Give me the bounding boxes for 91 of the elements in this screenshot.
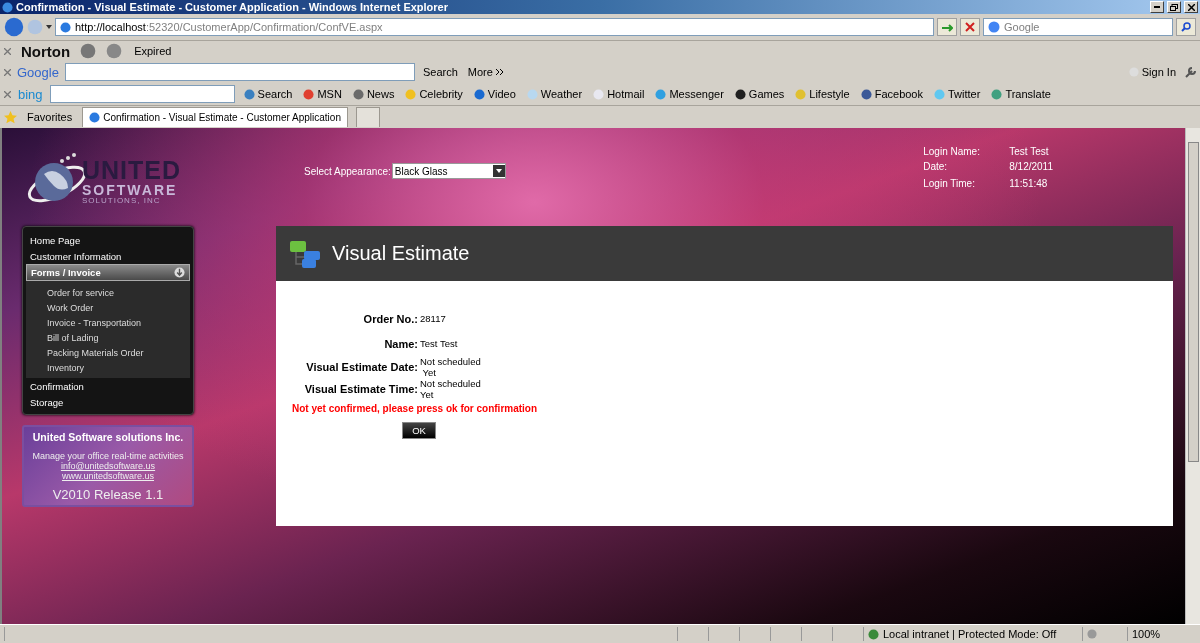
minimize-button[interactable] <box>1150 1 1164 13</box>
login-label: Login Name: <box>923 146 981 158</box>
bing-search-button[interactable]: Search <box>241 88 295 100</box>
nav-item[interactable]: Storage <box>26 394 190 410</box>
toolbar-link[interactable]: Celebrity <box>403 88 465 100</box>
restore-button[interactable] <box>1167 1 1181 13</box>
expand-icon <box>174 267 185 278</box>
toolbar-link[interactable]: News <box>350 88 397 100</box>
appearance-label: Select Appearance: <box>304 165 391 177</box>
nav-item[interactable]: Customer Information <box>26 248 190 264</box>
toolbar-link[interactable]: Lifestyle <box>793 88 852 100</box>
arrow-icon <box>941 22 953 32</box>
security-zone: Local intranet | Protected Mode: Off <box>883 628 1057 640</box>
google-search-button[interactable]: Search <box>420 66 460 78</box>
close-button[interactable] <box>1184 1 1198 13</box>
wrench-icon[interactable] <box>1184 66 1196 78</box>
close-toolbar-icon[interactable] <box>4 47 11 55</box>
minimize-icon <box>1154 6 1160 8</box>
close-toolbar-icon[interactable] <box>4 90 11 98</box>
refresh-button[interactable] <box>937 18 957 36</box>
star-icon <box>4 110 17 124</box>
caret-icon <box>46 25 52 29</box>
logo-subtitle: SOFTWARE <box>82 182 179 197</box>
field-value: Not scheduled Yet <box>420 378 482 400</box>
logo-tagline: SOLUTIONS, INC <box>82 196 162 205</box>
stop-button[interactable] <box>960 18 980 36</box>
login-value: 8/12/2011 <box>1009 161 1053 173</box>
login-label: Login Time: <box>923 178 976 190</box>
toolbar-link[interactable]: Video <box>471 88 518 100</box>
address-field[interactable]: http://localhost:52320/CustomerApp/Confirmation/ConfVE.aspx <box>55 18 934 36</box>
expired-button[interactable]: Expired <box>132 45 174 57</box>
nav-item[interactable]: Forms / Invoice <box>26 264 190 281</box>
window-title: Confirmation - Visual Estimate - Customer Application - Windows Internet Explorer <box>16 1 449 13</box>
search-button[interactable] <box>1176 18 1196 36</box>
google-logo: Google <box>17 64 59 80</box>
login-value: Test Test <box>1009 146 1050 158</box>
version-text: V2010 Release 1.1 <box>52 487 164 502</box>
nav-subitem[interactable]: Invoice - Transportation <box>26 315 190 330</box>
nav-subitem[interactable]: Work Order <box>26 300 190 315</box>
field-value: Test Test <box>420 338 459 349</box>
toolbar-link[interactable]: Translate <box>989 88 1053 100</box>
norton-logo: Norton <box>21 42 71 60</box>
field-label: Order No.: <box>362 312 418 325</box>
search-icon <box>1181 22 1191 32</box>
close-icon <box>1187 3 1195 11</box>
scrollbar[interactable] <box>1185 128 1200 624</box>
sign-in-button[interactable]: Sign In <box>1126 66 1178 78</box>
nav-item[interactable]: Home Page <box>26 232 190 248</box>
close-toolbar-icon[interactable] <box>4 68 11 76</box>
nav-subitem[interactable]: Order for service <box>26 285 190 300</box>
nav-subitem[interactable]: Bill of Lading <box>26 330 190 345</box>
toolbar-link[interactable]: Twitter <box>932 88 983 100</box>
chevrons-icon <box>495 69 504 75</box>
appearance-select[interactable]: Black Glass <box>391 163 506 179</box>
field-label: Visual Estimate Date: <box>305 361 418 373</box>
new-tab-button[interactable] <box>355 107 380 127</box>
warning-message: Not yet confirmed, please press ok for confirmation <box>292 403 539 414</box>
more-button[interactable]: More <box>465 66 506 78</box>
toolbar-link[interactable]: Facebook <box>858 88 925 100</box>
field-value: 28117 <box>420 313 447 324</box>
toolbar-link[interactable]: Games <box>732 88 787 100</box>
company-tagline: Manage your office real-time activities <box>32 451 184 461</box>
login-label: Date: <box>923 161 949 173</box>
nav-subitem[interactable]: Inventory <box>26 360 190 375</box>
bing-search-field[interactable] <box>49 85 235 103</box>
stop-icon <box>965 22 975 32</box>
bing-logo: bing <box>18 86 43 102</box>
url-text: http://localhost:52320/CustomerApp/Confirmation/ConfVE.aspx <box>75 21 383 33</box>
ok-button[interactable]: OK <box>402 422 436 439</box>
folders-icon <box>288 238 322 269</box>
nav-item[interactable]: Confirmation <box>26 378 190 394</box>
nav-subitem[interactable]: Packing Materials Order <box>26 345 190 360</box>
favorites-button[interactable]: Favorites <box>25 111 75 123</box>
search-field[interactable]: Google <box>983 18 1173 36</box>
contact-link[interactable]: www.unitedsoftware.us <box>61 471 154 481</box>
field-value: Not scheduled Yet <box>420 356 482 378</box>
toolbar-link[interactable]: Messenger <box>653 88 726 100</box>
toolbar-link[interactable]: Weather <box>524 88 585 100</box>
company-name: United Software solutions Inc. <box>32 431 184 443</box>
browser-tab[interactable]: Confirmation - Visual Estimate - Customer Application <box>82 107 348 127</box>
panel-title: Visual Estimate <box>332 242 470 265</box>
toolbar-link[interactable]: MSN <box>301 88 344 100</box>
login-value: 11:51:48 <box>1009 178 1049 190</box>
contact-link[interactable]: info@unitedsoftware.us <box>60 461 156 471</box>
field-label: Name: <box>383 337 418 350</box>
google-search-field[interactable] <box>64 63 415 81</box>
restore-icon <box>1170 3 1178 11</box>
zoom-level[interactable]: 100% <box>1132 628 1161 640</box>
dropdown-icon <box>492 165 505 177</box>
toolbar-link[interactable]: Hotmail <box>591 88 647 100</box>
field-label: Visual Estimate Time: <box>303 383 418 395</box>
